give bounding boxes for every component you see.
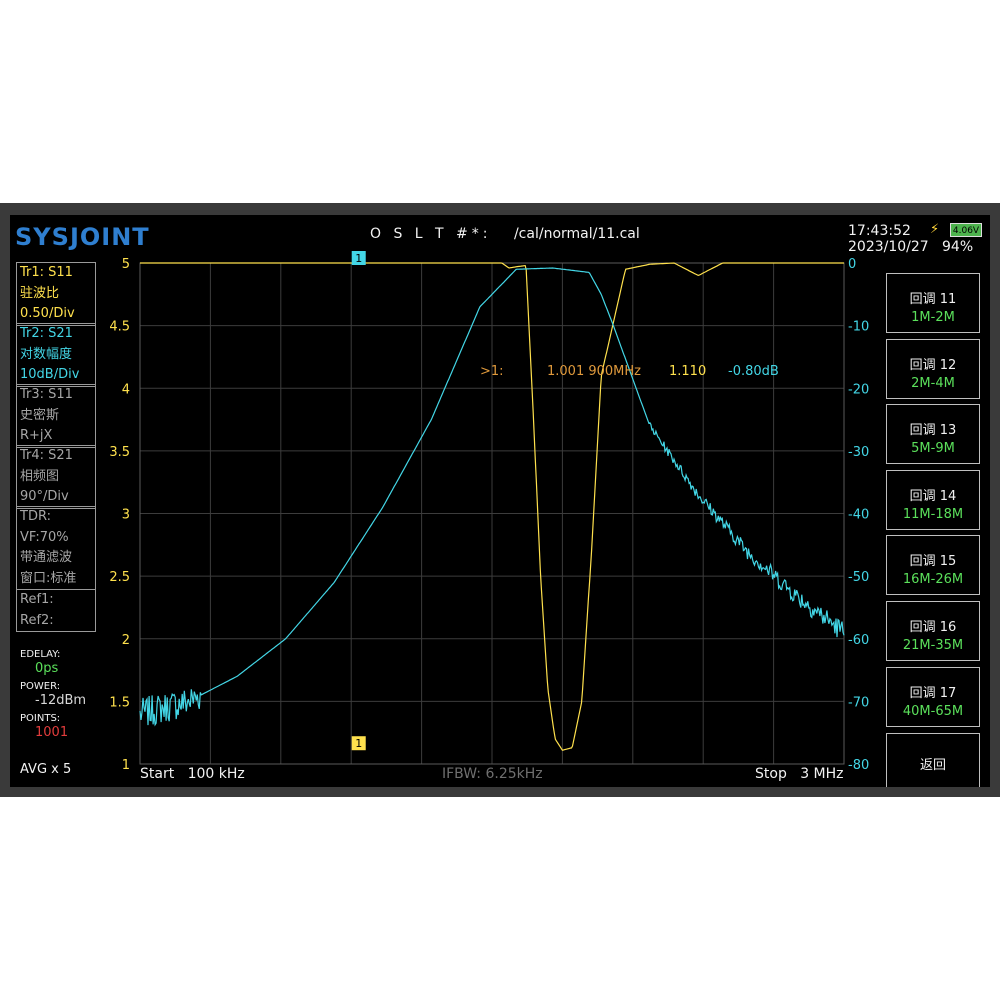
right-axis-tick-label: -30 — [848, 445, 869, 460]
recall-14-range: 11M-18M — [902, 507, 964, 522]
right-axis-tick-label: -10 — [848, 320, 869, 335]
marker-1-bottom-label: 1 — [355, 737, 362, 750]
sweep-start[interactable]: Start 100 kHz — [140, 766, 245, 782]
recall-14-label: 回调 14 — [909, 489, 957, 504]
recall-17-button[interactable]: 回调 17 40M-65M — [886, 667, 980, 727]
sweep-stop[interactable]: Stop 3 MHz — [755, 766, 844, 782]
right-axis-tick-label: -20 — [848, 382, 869, 397]
left-axis-tick-label: 4.5 — [109, 320, 130, 335]
start-label: Start — [140, 766, 175, 782]
recall-15-button[interactable]: 回调 15 16M-26M — [886, 535, 980, 595]
right-axis-tick-label: -60 — [848, 633, 869, 648]
left-axis-tick-label: 1 — [122, 758, 130, 773]
recall-12-button[interactable]: 回调 12 2M-4M — [886, 339, 980, 399]
right-axis-tick-label: -50 — [848, 570, 869, 585]
left-axis-tick-label: 2.5 — [109, 570, 130, 585]
recall-16-range: 21M-35M — [902, 638, 964, 653]
recall-15-range: 16M-26M — [902, 572, 964, 587]
left-axis-tick-label: 3 — [122, 508, 130, 523]
recall-16-label: 回调 16 — [909, 620, 957, 635]
recall-17-label: 回调 17 — [909, 686, 957, 701]
back-button[interactable]: 返回 — [886, 733, 980, 787]
recall-17-range: 40M-65M — [902, 704, 964, 719]
start-value: 100 kHz — [187, 766, 245, 782]
recall-13-button[interactable]: 回调 13 5M-9M — [886, 404, 980, 464]
left-axis-tick-label: 1.5 — [109, 695, 130, 710]
marker-frequency: 1.001 900MHz — [547, 364, 641, 379]
right-axis-tick-label: -40 — [848, 508, 869, 523]
recall-13-label: 回调 13 — [909, 423, 957, 438]
recall-16-button[interactable]: 回调 16 21M-35M — [886, 601, 980, 661]
recall-14-button[interactable]: 回调 14 11M-18M — [886, 470, 980, 530]
marker-1-top-label: 1 — [355, 252, 362, 265]
left-axis-tick-label: 2 — [122, 633, 130, 648]
recall-11-button[interactable]: 回调 11 1M-2M — [886, 273, 980, 333]
right-axis-tick-label: 0 — [848, 257, 856, 272]
left-axis-tick-label: 4 — [122, 382, 130, 397]
marker-db: -0.80dB — [728, 364, 779, 379]
right-axis-tick-label: -80 — [848, 758, 869, 773]
stop-label: Stop — [755, 766, 787, 782]
recall-11-label: 回调 11 — [909, 292, 957, 307]
ifbw-status[interactable]: IFBW: 6.25kHz — [442, 766, 543, 782]
recall-15-label: 回调 15 — [909, 554, 957, 569]
recall-12-range: 2M-4M — [911, 376, 955, 391]
left-axis-tick-label: 5 — [122, 257, 130, 272]
stop-value: 3 MHz — [800, 766, 844, 782]
analyzer-display: SYSJOINT O S L T #*: /cal/normal/11.cal … — [10, 215, 990, 787]
sweep-plot[interactable]: 5 4.5 4 3.5 3 2.5 2 1.5 1 0 -10 -20 -30 -40 -50 -60 -70 -… — [10, 215, 990, 787]
recall-11-range: 1M-2M — [911, 310, 955, 325]
left-axis-tick-label: 3.5 — [109, 445, 130, 460]
marker-label: >1: — [480, 364, 504, 379]
device-screen-bezel: SYSJOINT O S L T #*: /cal/normal/11.cal … — [0, 203, 1000, 797]
right-axis-tick-label: -70 — [848, 695, 869, 710]
recall-12-label: 回调 12 — [909, 358, 957, 373]
back-label: 返回 — [919, 758, 946, 773]
marker-swr: 1.110 — [669, 364, 707, 379]
recall-13-range: 5M-9M — [911, 441, 955, 456]
